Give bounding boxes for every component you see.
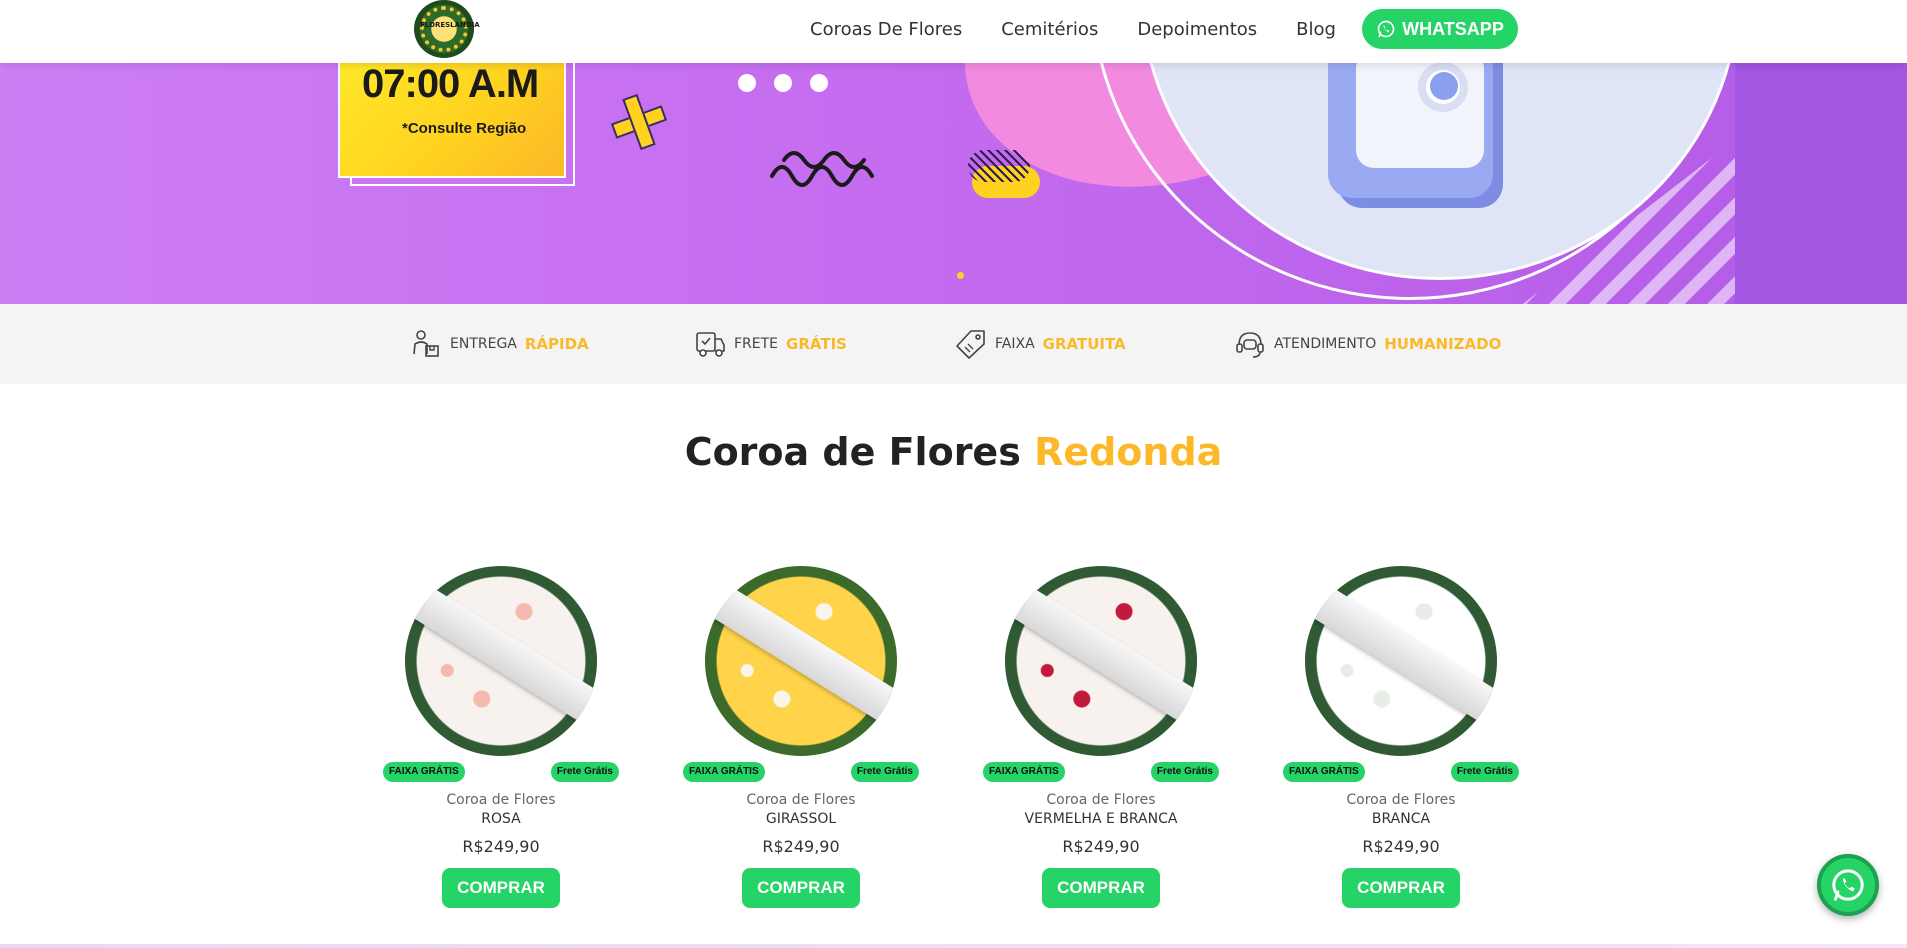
nav-blog[interactable]: Blog — [1296, 19, 1336, 40]
delivery-person-icon — [413, 330, 439, 357]
truck-icon — [696, 332, 725, 357]
feature-atendimento-label: ATENDIMENTO — [1274, 336, 1377, 352]
product-category: Coroa de Flores — [1046, 792, 1156, 808]
product-image[interactable] — [1005, 566, 1197, 756]
feature-entrega-label: ENTREGA — [450, 336, 517, 352]
badge-frete-gratis: Frete Grátis — [1450, 762, 1519, 782]
site-header: FLORESLANDIA Coroas De Flores Cemitérios… — [0, 0, 1907, 63]
feature-faixa-label: FAIXA — [995, 336, 1035, 352]
feature-atendimento-highlight: HUMANIZADO — [1384, 335, 1502, 353]
whatsapp-button-label: WHATSAPP — [1402, 18, 1504, 39]
badge-frete-gratis: Frete Grátis — [550, 762, 619, 782]
whatsapp-button[interactable]: WHATSAPP — [1362, 9, 1518, 49]
feature-entrega-highlight: RÁPIDA — [524, 335, 589, 353]
product-price: R$249,90 — [1362, 837, 1440, 856]
hour-text: 07:00 A.M — [362, 62, 539, 106]
headset-icon — [1236, 332, 1264, 358]
squiggle-decoration — [770, 151, 874, 187]
whatsapp-icon — [1377, 20, 1395, 38]
buy-button[interactable]: COMPRAR — [742, 868, 860, 908]
buy-button[interactable]: COMPRAR — [1342, 868, 1460, 908]
slider-indicator[interactable] — [957, 272, 964, 279]
product-category: Coroa de Flores — [746, 792, 856, 808]
cross-decoration — [604, 87, 673, 156]
section-title: Coroa de Flores Redonda — [0, 430, 1907, 474]
product-category: Coroa de Flores — [446, 792, 556, 808]
feature-atendimento: ATENDIMENTO HUMANIZADO — [1234, 328, 1501, 360]
product-image[interactable] — [705, 566, 897, 756]
hero-device-knob-center — [1430, 72, 1458, 100]
product-name[interactable]: ROSA — [390, 811, 612, 827]
product-price: R$249,90 — [1062, 837, 1140, 856]
product-name[interactable]: GIRASSOL — [690, 811, 912, 827]
section-divider — [0, 944, 1907, 948]
feature-frete-highlight: GRÁTIS — [786, 335, 847, 353]
product-price: R$249,90 — [462, 837, 540, 856]
feature-frete-label: FRETE — [734, 336, 779, 352]
main-nav: Coroas De Flores Cemitérios Depoimentos … — [810, 0, 1336, 58]
product-card[interactable]: FAIXA GRÁTIS Frete Grátis Coroa de Flore… — [383, 566, 619, 908]
whatsapp-icon — [1832, 869, 1864, 901]
product-image[interactable] — [1305, 566, 1497, 756]
badge-faixa-gratis: FAIXA GRÁTIS — [983, 762, 1065, 782]
section-title-highlight: Redonda — [1034, 430, 1223, 474]
badge-frete-gratis: Frete Grátis — [850, 762, 919, 782]
product-category: Coroa de Flores — [1346, 792, 1456, 808]
features-bar: ENTREGA RÁPIDA FRETE GRÁTIS FAIXA GRATUI… — [0, 304, 1907, 384]
feature-faixa: FAIXA GRATUITA — [955, 328, 1126, 360]
section-title-text: Coroa de Flores — [684, 430, 1021, 474]
feature-entrega: ENTREGA RÁPIDA — [410, 328, 589, 360]
buy-button[interactable]: COMPRAR — [1042, 868, 1160, 908]
product-name[interactable]: BRANCA — [1290, 811, 1512, 827]
tag-icon — [956, 330, 985, 359]
product-card[interactable]: FAIXA GRÁTIS Frete Grátis Coroa de Flore… — [1283, 566, 1519, 908]
badge-faixa-gratis: FAIXA GRÁTIS — [1283, 762, 1365, 782]
nav-depoimentos[interactable]: Depoimentos — [1137, 19, 1257, 40]
dots-decoration — [738, 74, 828, 92]
product-image[interactable] — [405, 566, 597, 756]
product-name[interactable]: VERMELHA E BRANCA — [990, 811, 1212, 827]
logo-ring — [420, 6, 468, 52]
product-card[interactable]: FAIXA GRÁTIS Frete Grátis Coroa de Flore… — [683, 566, 919, 908]
badge-frete-gratis: Frete Grátis — [1150, 762, 1219, 782]
feature-faixa-highlight: GRATUITA — [1042, 335, 1126, 353]
logo-text: FLORESLANDIA — [420, 21, 480, 29]
nav-cemiterios[interactable]: Cemitérios — [1001, 19, 1098, 40]
badge-faixa-gratis: FAIXA GRÁTIS — [683, 762, 765, 782]
product-card[interactable]: FAIXA GRÁTIS Frete Grátis Coroa de Flore… — [983, 566, 1219, 908]
hero-device-screen — [1356, 50, 1484, 168]
page: 07:00 A.M *Consulte Região FLORESLANDIA … — [0, 0, 1907, 948]
hatch-decoration — [968, 150, 1030, 182]
hour-note: *Consulte Região — [402, 120, 527, 137]
product-price: R$249,90 — [762, 837, 840, 856]
floating-whatsapp-button[interactable] — [1817, 854, 1879, 916]
buy-button[interactable]: COMPRAR — [442, 868, 560, 908]
badge-faixa-gratis: FAIXA GRÁTIS — [383, 762, 465, 782]
feature-frete: FRETE GRÁTIS — [694, 328, 847, 360]
nav-coroas-de-flores[interactable]: Coroas De Flores — [810, 19, 962, 40]
